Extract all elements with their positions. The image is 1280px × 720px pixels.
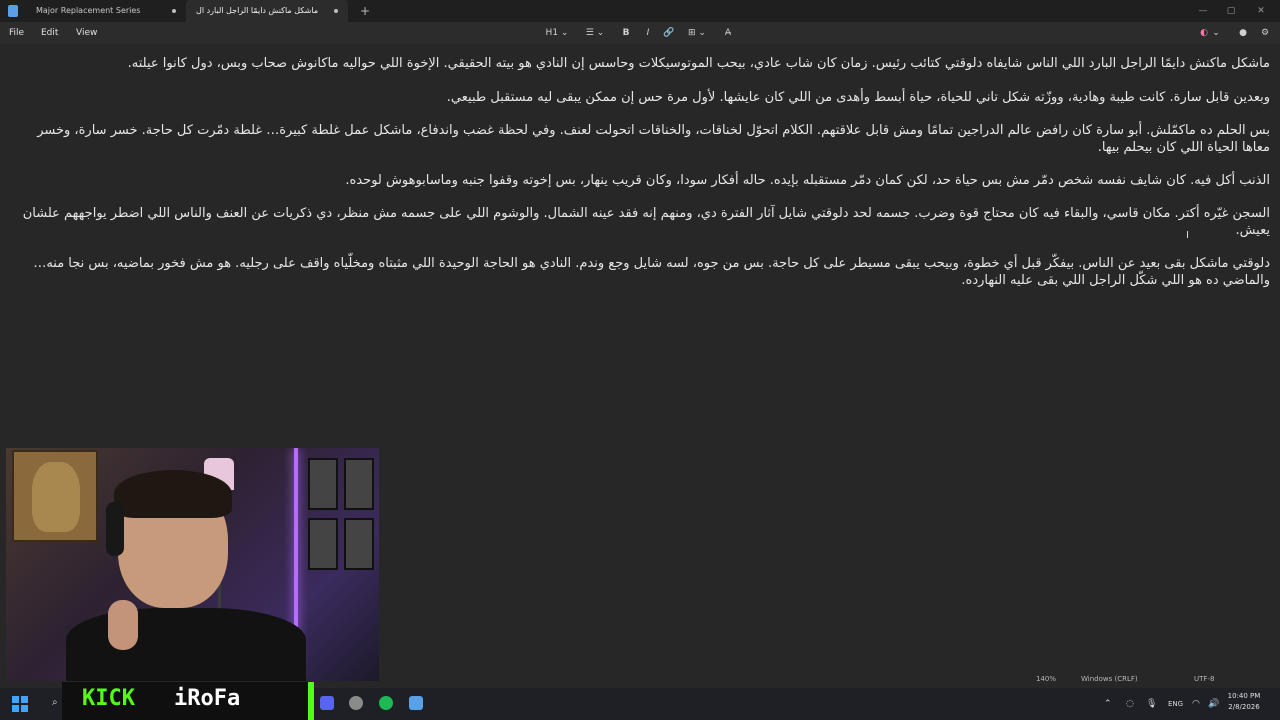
paragraph-3: بس الحلم ده ماكمّلش. أبو سارة كان رافض ع… (37, 123, 1270, 155)
streamer-hand (108, 600, 138, 650)
clock-date: 2/8/2026 (1228, 703, 1260, 711)
link-icon[interactable]: 🔗 (662, 25, 676, 41)
tab-active-document[interactable]: ماشكل ماكنش دايمًا الراجل البارد ال (186, 0, 348, 22)
table-icon[interactable]: ⊞ ⌄ (684, 25, 710, 41)
wall-frame (308, 458, 338, 510)
paragraph-2: وبعدين قابل سارة. كانت طيبة وهادية، ووزّ… (446, 90, 1270, 105)
kick-banner: KICK iRoFa (62, 682, 310, 720)
zoom-level[interactable]: 140% (1036, 670, 1056, 688)
unsaved-dot-icon[interactable] (334, 9, 338, 13)
wall-frame (308, 518, 338, 570)
wall-frame (344, 458, 374, 510)
wifi-icon[interactable]: ◠ (1192, 688, 1200, 720)
title-bar: Major Replacement Series ماشكل ماكنش داي… (0, 0, 1280, 22)
tray-overflow-icon[interactable]: ⌃ (1104, 688, 1112, 720)
table-glyph: ⊞ (688, 28, 696, 38)
paragraph-1: ماشكل ماكنش دايمًا الراجل البارد اللي ال… (127, 56, 1270, 71)
streamer-body (66, 608, 306, 681)
windows-start-icon[interactable] (12, 696, 28, 712)
italic-icon[interactable]: I (641, 25, 655, 41)
language-indicator[interactable]: ENG (1168, 688, 1183, 720)
account-icon[interactable]: ● (1236, 25, 1250, 41)
discord-icon[interactable] (320, 696, 334, 710)
notepad-taskbar-icon[interactable] (409, 696, 423, 710)
chevron-down-icon[interactable]: ⌄ (1211, 25, 1221, 41)
streamer-hair (114, 470, 232, 518)
bear-figure (32, 462, 80, 532)
copilot-tray-icon[interactable]: ◌ (1126, 688, 1134, 720)
menu-edit[interactable]: Edit (41, 22, 58, 44)
encoding[interactable]: UTF-8 (1194, 670, 1214, 688)
microphone-icon[interactable]: 🎙 (1146, 688, 1157, 720)
new-tab-button[interactable]: + (358, 2, 372, 20)
volume-icon[interactable]: 🔊 (1208, 688, 1219, 720)
paragraph-6: دلوقتي ماشكل بقى بعيد عن الناس. بيفكّر ق… (33, 256, 1270, 288)
paragraph-4: الذنب أكل فيه. كان شايف نفسه شخص دمّر مش… (345, 173, 1270, 188)
list-icon[interactable]: ☰ ⌄ (582, 25, 608, 41)
menu-file[interactable]: File (9, 22, 24, 44)
wall-frame (344, 518, 374, 570)
heading-dropdown[interactable]: H1 ⌄ (543, 25, 571, 41)
paragraph-5: السجن غيّره أكتر. مكان قاسي، والبقاء فيه… (22, 206, 1270, 238)
heading-label: H1 (545, 28, 559, 38)
taskbar-clock[interactable]: 10:40 PM 2/8/2026 (1222, 691, 1266, 713)
copilot-icon[interactable]: ◐ (1197, 25, 1211, 41)
notepad-app-icon (8, 5, 18, 17)
kick-logo-text: KICK (82, 686, 135, 711)
clear-formatting-icon[interactable]: A̶ (720, 25, 736, 41)
list-glyph: ☰ (585, 28, 594, 38)
menu-bar: File Edit View H1 ⌄ ☰ ⌄ B I 🔗 ⊞ ⌄ A̶ ◐ ⌄… (0, 22, 1280, 44)
webcam-overlay (6, 448, 379, 681)
bold-icon[interactable]: B (619, 25, 633, 41)
obs-icon[interactable] (349, 696, 363, 710)
streamer-name: iRoFa (174, 686, 241, 711)
maximize-button[interactable]: ▢ (1218, 2, 1244, 20)
close-button[interactable]: ✕ (1248, 2, 1274, 20)
headset (106, 502, 124, 556)
unsaved-dot-icon[interactable] (172, 9, 176, 13)
line-endings[interactable]: Windows (CRLF) (1081, 670, 1138, 688)
minimize-button[interactable]: — (1190, 2, 1216, 20)
tab-label: Major Replacement Series (36, 6, 141, 15)
tab-label: ماشكل ماكنش دايمًا الراجل البارد ال (196, 6, 319, 15)
clock-time: 10:40 PM (1227, 692, 1261, 700)
gear-icon[interactable]: ⚙ (1258, 25, 1272, 41)
menu-view[interactable]: View (76, 22, 97, 44)
spotify-icon[interactable] (379, 696, 393, 710)
text-cursor-icon: I (1186, 230, 1189, 241)
search-icon[interactable]: ⌕ (52, 697, 58, 708)
bear-painting (12, 450, 98, 542)
tab-major-replacement-series[interactable]: Major Replacement Series (26, 0, 186, 22)
kick-accent-bar (308, 682, 314, 720)
